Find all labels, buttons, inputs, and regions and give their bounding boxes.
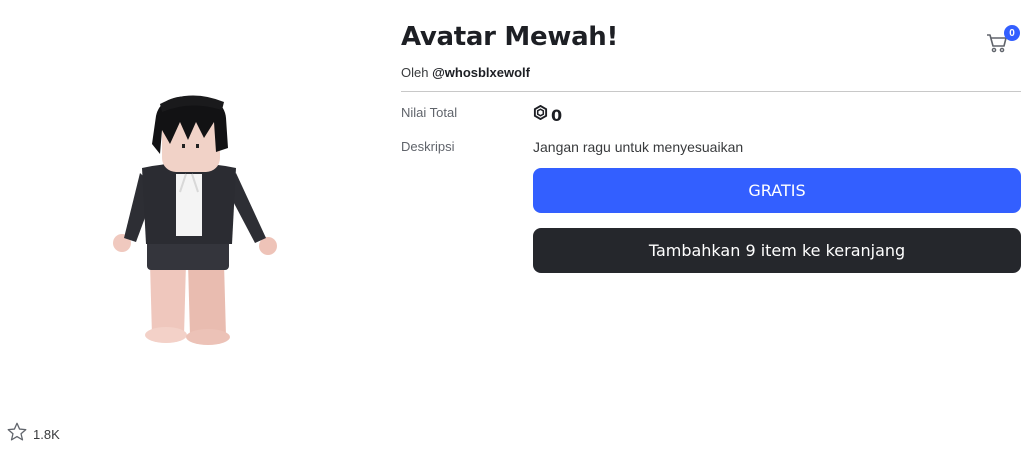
favorite-count: 1.8K (33, 427, 60, 442)
price-label: Nilai Total (401, 105, 458, 120)
price-amount: 0 (551, 105, 563, 125)
description-text: Jangan ragu untuk menyesuaikan (533, 139, 744, 155)
creator-byline: Oleh @whosblxewolf (401, 65, 530, 80)
by-prefix: Oleh (401, 65, 429, 80)
robux-icon (533, 104, 548, 125)
get-free-button[interactable]: GRATIS (533, 168, 1021, 213)
cart-button[interactable]: 0 (985, 25, 1024, 55)
header-divider (401, 91, 1021, 92)
star-outline-icon (6, 421, 28, 448)
creator-link[interactable]: @whosblxewolf (432, 65, 530, 80)
price-value: 0 (533, 104, 563, 125)
cart-count-badge: 0 (1004, 25, 1020, 41)
item-title: Avatar Mewah! (401, 22, 619, 52)
add-to-cart-button[interactable]: Tambahkan 9 item ke keranjang (533, 228, 1021, 273)
description-label: Deskripsi (401, 139, 455, 154)
avatar-preview (100, 88, 290, 358)
favorite-button[interactable]: 1.8K (6, 421, 60, 448)
avatar-figure-image (113, 95, 277, 345)
